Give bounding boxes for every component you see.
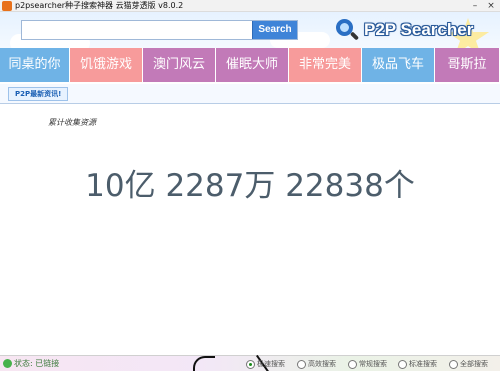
decoration-arc xyxy=(193,356,215,371)
search-mode-label: 极速搜索 xyxy=(257,360,285,368)
search-mode-label: 标准搜索 xyxy=(409,360,437,368)
search-mode-radio[interactable]: 高效搜索 xyxy=(297,358,336,370)
collect-label: 累计收集资源 xyxy=(48,118,96,127)
news-link[interactable]: P2P最新资讯! xyxy=(8,87,69,101)
tab-item[interactable]: 催眠大师 xyxy=(216,48,289,82)
main-panel: 累计收集资源 10亿 2287万 22838个 xyxy=(0,105,500,355)
radio-dot-icon xyxy=(348,359,357,369)
tab-item[interactable]: 哥斯拉 xyxy=(435,48,500,82)
header-banner: Search P2P Searcher xyxy=(0,12,500,48)
search-mode-label: 常规搜索 xyxy=(359,360,387,368)
tab-item[interactable]: 非常完美 xyxy=(289,48,362,82)
window-title: p2psearcher种子搜索神器 云猫芽透版 v8.0.2 xyxy=(15,1,184,10)
logo: P2P Searcher xyxy=(334,16,473,44)
search-mode-radio[interactable]: 全部搜索 xyxy=(449,358,488,370)
minimize-button[interactable]: – xyxy=(468,0,482,12)
magnifier-icon xyxy=(334,17,360,43)
search-mode-radio[interactable]: 常规搜索 xyxy=(348,358,387,370)
search-input[interactable] xyxy=(22,21,252,39)
search-box: Search xyxy=(21,20,298,40)
radio-dot-icon xyxy=(246,359,255,369)
search-mode-label: 高效搜索 xyxy=(308,360,336,368)
search-button[interactable]: Search xyxy=(252,21,297,39)
tab-item[interactable]: 同桌的你 xyxy=(0,48,70,82)
status-text: 状态: 已链接 xyxy=(14,359,60,368)
status-bar: 状态: 已链接 极速搜索 高效搜索 常规搜索 标准搜索 全部搜索 xyxy=(0,354,500,371)
logo-text: P2P Searcher xyxy=(364,20,474,39)
app-icon xyxy=(2,1,12,11)
radio-dot-icon xyxy=(398,359,407,369)
tab-item[interactable]: 饥饿游戏 xyxy=(70,48,143,82)
connected-icon xyxy=(3,359,12,368)
news-strip: P2P最新资讯! xyxy=(0,84,500,104)
category-tabs: 同桌的你 饥饿游戏 澳门风云 催眠大师 非常完美 极品飞车 哥斯拉 xyxy=(0,48,500,82)
radio-dot-icon xyxy=(297,359,306,369)
search-mode-label: 全部搜索 xyxy=(460,360,488,368)
resource-count: 10亿 2287万 22838个 xyxy=(85,168,415,204)
search-mode-radio[interactable]: 极速搜索 xyxy=(246,358,285,370)
title-bar: p2psearcher种子搜索神器 云猫芽透版 v8.0.2 – × xyxy=(0,0,500,12)
close-button[interactable]: × xyxy=(484,0,498,12)
tab-item[interactable]: 极品飞车 xyxy=(362,48,435,82)
radio-dot-icon xyxy=(449,359,458,369)
search-mode-radio[interactable]: 标准搜索 xyxy=(398,358,437,370)
tab-item[interactable]: 澳门风云 xyxy=(143,48,216,82)
